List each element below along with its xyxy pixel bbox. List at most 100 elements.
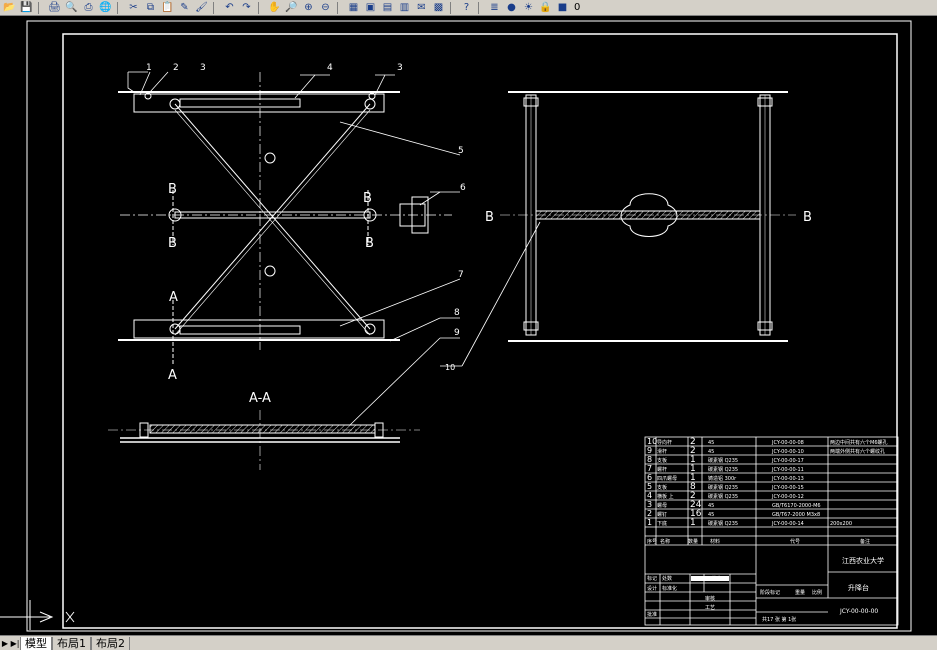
layers-icon[interactable]: ≣ [487, 1, 502, 15]
help-icon[interactable]: ? [459, 1, 474, 15]
leader-lines [127, 71, 461, 426]
label-part-3b: 3 [397, 63, 403, 73]
title-fill-mark [691, 576, 729, 581]
sheetset-icon[interactable]: ▥ [397, 1, 412, 15]
sheet-info: 共17 张 第 1张 [762, 616, 796, 623]
bom-row-material: 碳素钢 Q235 [708, 457, 738, 464]
bom-row-code: JCY-00-00-08 [771, 440, 804, 446]
zoom-window-icon[interactable]: ⊕ [301, 1, 316, 15]
section-mark-a1: A [169, 290, 178, 305]
properties-icon[interactable]: ▦ [346, 1, 361, 15]
label-part-3: 3 [200, 63, 206, 73]
bom-row-name: 螺钉 [657, 511, 667, 518]
side-view [440, 91, 796, 367]
label-approve: 批准 [647, 611, 657, 618]
bom-row-no: 2 [647, 509, 652, 518]
bom-row-material: 碳素钢 Q235 [708, 493, 738, 500]
bom-row-no: 4 [647, 491, 652, 500]
toolbar-separator [38, 1, 43, 14]
bom-row-name: 支板 [657, 484, 667, 491]
bom-row-name: 导向杆 [657, 439, 672, 446]
zoom-previous-icon[interactable]: ⊖ [318, 1, 333, 15]
bom-header-material: 材料 [710, 538, 720, 545]
bom-row-material: 45 [708, 449, 714, 455]
markup-icon[interactable]: ✉ [414, 1, 429, 15]
undo-icon[interactable]: ↶ [222, 1, 237, 15]
label-part-9: 9 [454, 328, 460, 338]
color-icon[interactable]: ■ [555, 1, 570, 15]
bom-header-code: 代号 [790, 538, 800, 545]
redo-icon[interactable]: ↷ [239, 1, 254, 15]
toolpalette-icon[interactable]: ▤ [380, 1, 395, 15]
sun-icon[interactable]: ☀ [521, 1, 536, 15]
tab-nav-first-icon[interactable]: ▶ [0, 639, 10, 648]
bom-row-code: JCY-00-00-10 [771, 449, 804, 455]
publish-icon[interactable]: ⎙ [81, 1, 96, 15]
pan-icon[interactable]: ✋ [267, 1, 282, 15]
designcenter-icon[interactable]: ▣ [363, 1, 378, 15]
tab-nav-last-icon[interactable]: ▶| [10, 639, 20, 648]
bom-row-code: JCY-00-00-17 [771, 458, 804, 464]
label-scale: 比例 [812, 589, 822, 596]
zoom-realtime-icon[interactable]: 🔎 [284, 1, 299, 15]
label-process: 工艺 [705, 605, 715, 611]
copy-icon[interactable]: ⧉ [143, 1, 158, 15]
label-part-7: 7 [458, 270, 464, 280]
drawing-labels: 1 2 3 4 3 5 6 7 8 9 10 B B B B A A A-A B… [146, 63, 812, 406]
print-icon[interactable]: 🖨 [47, 1, 62, 15]
save-icon[interactable]: 💾 [19, 1, 34, 15]
bom-header-note: 备注 [860, 538, 870, 545]
section-mark-a2: A [168, 368, 177, 383]
model-space-canvas[interactable]: 10 导向杆 2 45 JCY-00-00-08 两边中间共有六个M6螺孔 9 滑杆 2 45 JC… [0, 17, 937, 635]
bom-row-material: 45 [708, 503, 714, 509]
front-view [118, 72, 452, 365]
label-mark: 标记 [647, 575, 657, 582]
label-stage: 阶段标记 [760, 589, 780, 596]
label-count: 处数 [662, 575, 672, 582]
bom-row-code: GB/T67-2000 M3x8 [772, 512, 820, 518]
toolbar-separator [117, 1, 122, 14]
toolbar-separator [478, 1, 483, 14]
bom-row-material: 45 [708, 440, 714, 446]
lock-icon[interactable]: 🔒 [538, 1, 553, 15]
bom-row-material: 铸造铝 300r [708, 475, 737, 482]
preview-icon[interactable]: 🔍 [64, 1, 79, 15]
tab-layout1[interactable]: 布局1 [52, 636, 91, 650]
bom-row-qty: 1 [690, 518, 696, 528]
bom-row-note: 两端外侧共有六个螺纹孔 [830, 448, 885, 455]
bom-row-no: 5 [647, 482, 652, 491]
toolbar-separator [213, 1, 218, 14]
section-mark-b-left: B [485, 210, 494, 225]
label-standard: 标准化 [662, 585, 677, 592]
bom-row-name: 支板 [657, 457, 667, 464]
layer-name[interactable]: 0 [574, 2, 580, 13]
plot-icon[interactable]: 🌐 [98, 1, 113, 15]
tab-model[interactable]: 模型 [20, 636, 52, 650]
calculator-icon[interactable]: ▩ [431, 1, 446, 15]
bom-row-no: 9 [647, 446, 652, 455]
matchprop-icon[interactable]: ✎ [177, 1, 192, 15]
tab-layout2[interactable]: 布局2 [91, 636, 130, 650]
bom-header-qty: 数量 [688, 538, 698, 545]
school-name: 江西农业大学 [842, 556, 884, 565]
drawing-svg: 10 导向杆 2 45 JCY-00-00-08 两边中间共有六个M6螺孔9 滑杆 2 45 JC… [0, 20, 912, 632]
label-design: 设计 [647, 585, 657, 592]
label-part-6: 6 [460, 183, 466, 193]
open-icon[interactable]: 📂 [2, 1, 17, 15]
bom-row-no: 6 [647, 473, 652, 482]
bom-row-no: 7 [647, 464, 652, 473]
bom-row-name: 横板 上 [657, 493, 674, 500]
bulb-icon[interactable]: ● [504, 1, 519, 15]
bom-header-name: 名称 [660, 538, 670, 545]
label-part-1: 1 [146, 63, 152, 73]
cut-icon[interactable]: ✂ [126, 1, 141, 15]
brush-icon[interactable]: 🖌 [194, 1, 209, 15]
bom-row-name: 下底 [657, 520, 667, 527]
label-part-8: 8 [454, 308, 460, 318]
bom-row-material: 碳素钢 Q235 [708, 484, 738, 491]
paste-icon[interactable]: 📋 [160, 1, 175, 15]
layout-tabs-bar: ▶ ▶| 模型 布局1 布局2 [0, 635, 937, 650]
section-mark-b-right: B [803, 210, 812, 225]
section-a-a [108, 410, 420, 470]
label-part-4: 4 [327, 63, 333, 73]
